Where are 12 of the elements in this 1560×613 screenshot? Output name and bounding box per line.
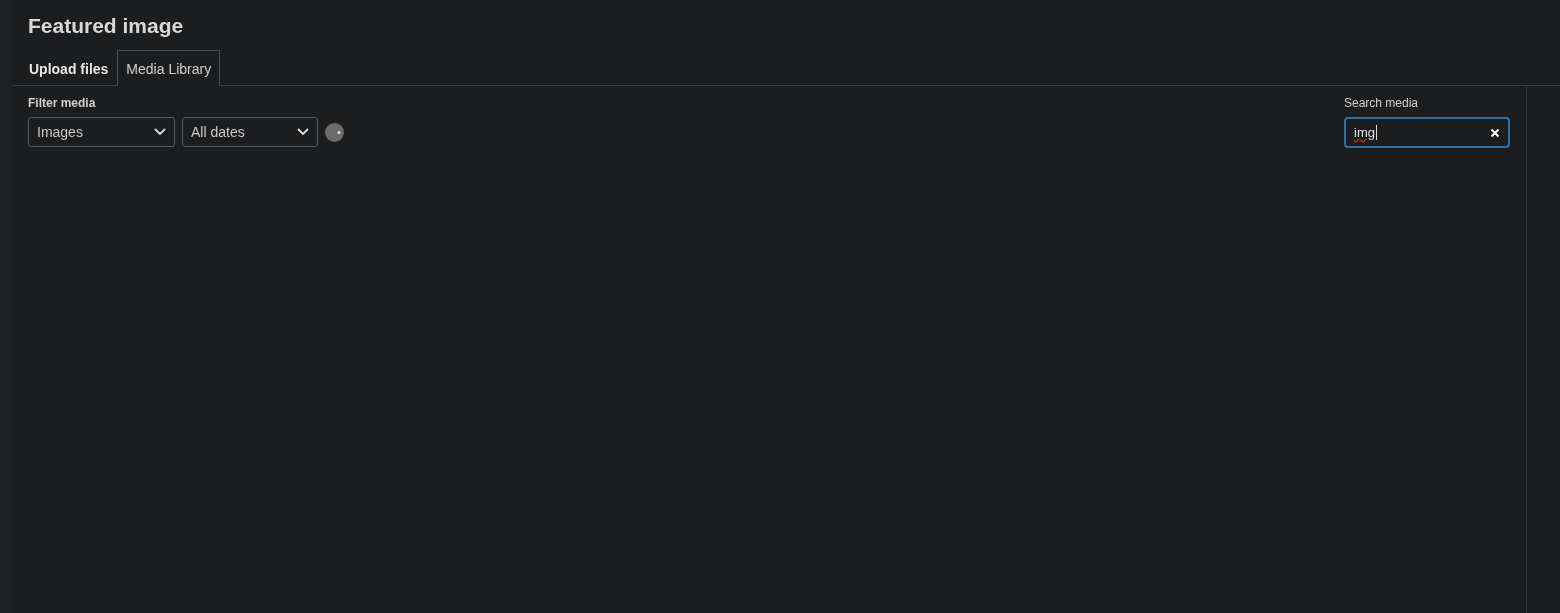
modal-title: Featured image	[27, 13, 185, 39]
search-field[interactable]: img	[1344, 117, 1510, 148]
chevron-down-icon	[297, 128, 309, 136]
tab[interactable]: Media Library	[117, 50, 221, 86]
spinner-icon	[325, 122, 344, 142]
search-label: Search media	[1344, 96, 1420, 110]
dropdown[interactable]: All dates	[182, 117, 318, 147]
dropdown[interactable]: Images	[28, 117, 175, 147]
chevron-down-icon	[154, 128, 166, 136]
filter-label: Filter media	[28, 96, 97, 110]
clear-icon[interactable]	[1490, 127, 1500, 138]
tab[interactable]: Upload files	[20, 50, 118, 86]
